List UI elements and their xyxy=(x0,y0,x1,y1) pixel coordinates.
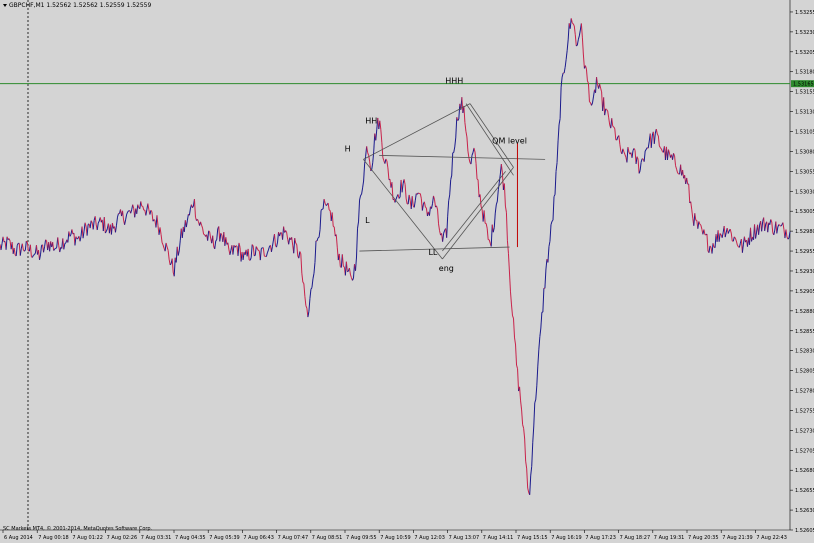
price-segment xyxy=(476,178,479,181)
price-segment xyxy=(320,208,323,211)
price-segment xyxy=(605,108,608,111)
y-tick-label: 1.53155 xyxy=(795,90,814,96)
price-segment xyxy=(328,209,331,211)
x-tick-label: 7 Aug 03:31 xyxy=(141,535,172,541)
y-tick-label: 1.52980 xyxy=(795,229,814,235)
y-tick-label: 1.52805 xyxy=(795,369,814,375)
y-tick-label: 1.52905 xyxy=(795,289,814,295)
symbol-header: GBPCHF,M1 1.52562 1.52562 1.52559 1.5255… xyxy=(3,2,151,9)
y-tick-label: 1.52930 xyxy=(795,269,814,275)
price-tag-label: 1.53165 xyxy=(793,82,814,88)
y-tick-label: 1.52680 xyxy=(795,468,814,474)
x-tick-label: 7 Aug 05:39 xyxy=(209,535,240,541)
y-tick-label: 1.52955 xyxy=(795,249,814,255)
price-segment xyxy=(347,270,349,273)
x-tick-label: 7 Aug 10:59 xyxy=(380,535,411,541)
y-tick-label: 1.52730 xyxy=(795,428,814,434)
y-tick-label: 1.53255 xyxy=(795,10,814,16)
price-segment xyxy=(332,225,335,228)
price-segment xyxy=(575,44,578,47)
triangle-down-icon xyxy=(3,4,7,7)
price-segment xyxy=(64,242,67,245)
plot-area xyxy=(0,0,790,530)
x-tick-label: 7 Aug 07:47 xyxy=(278,535,309,541)
x-tick-label: 7 Aug 02:26 xyxy=(107,535,138,541)
x-tick-label: 7 Aug 17:23 xyxy=(585,535,616,541)
annotation-label: LL xyxy=(428,248,437,257)
x-tick-label: 7 Aug 12:03 xyxy=(414,535,445,541)
y-tick-label: 1.52605 xyxy=(795,528,814,534)
x-tick-label: 7 Aug 21:39 xyxy=(722,535,753,541)
x-tick-label: 7 Aug 01:22 xyxy=(72,535,103,541)
x-tick-label: 7 Aug 00:18 xyxy=(38,535,69,541)
x-tick-label: 7 Aug 20:35 xyxy=(688,535,719,541)
x-tick-label: 7 Aug 06:43 xyxy=(243,535,274,541)
y-tick-label: 1.53230 xyxy=(795,30,814,36)
y-tick-label: 1.52755 xyxy=(795,408,814,414)
copyright-footer: SC Markets MT4, © 2001-2014, MetaQuotes … xyxy=(3,526,153,532)
y-tick-label: 1.52630 xyxy=(795,508,814,514)
y-tick-label: 1.52855 xyxy=(795,329,814,335)
x-tick-label: 6 Aug 2014 xyxy=(4,535,33,541)
annotation-label: L xyxy=(365,216,370,225)
symbol-line: GBPCHF,M1 1.52562 1.52562 1.52559 1.5255… xyxy=(9,2,152,9)
y-tick-label: 1.53005 xyxy=(795,209,814,215)
price-segment xyxy=(418,192,420,195)
annotation-label: H xyxy=(345,144,351,153)
annotation-label: eng xyxy=(439,264,454,273)
y-tick-label: 1.52655 xyxy=(795,488,814,494)
y-tick-label: 1.52830 xyxy=(795,349,814,355)
price-chart[interactable]: 1.53255 1.53230 1.53205 1.53180 1.53155 1.531… xyxy=(0,0,814,543)
y-tick-label: 1.52780 xyxy=(795,389,814,395)
x-tick-label: 7 Aug 08:51 xyxy=(312,535,343,541)
x-tick-label: 7 Aug 16:19 xyxy=(551,535,582,541)
y-tick-label: 1.53030 xyxy=(795,189,814,195)
price-segment xyxy=(260,247,263,250)
price-segment xyxy=(325,204,328,206)
price-segment xyxy=(343,265,345,268)
annotation-label: HHH xyxy=(445,77,463,86)
price-segment xyxy=(153,219,156,221)
price-segment xyxy=(589,101,591,104)
y-tick-label: 1.53180 xyxy=(795,70,814,76)
y-tick-label: 1.52880 xyxy=(795,309,814,315)
y-tick-label: 1.53080 xyxy=(795,149,814,155)
x-tick-label: 7 Aug 18:27 xyxy=(620,535,651,541)
price-segment xyxy=(76,237,79,240)
price-segment xyxy=(612,125,615,128)
x-tick-label: 7 Aug 15:15 xyxy=(517,535,548,541)
y-tick-label: 1.53205 xyxy=(795,50,814,56)
x-tick-label: 7 Aug 22:43 xyxy=(756,535,787,541)
x-tick-label: 7 Aug 04:35 xyxy=(175,535,206,541)
y-tick-label: 1.53105 xyxy=(795,130,814,136)
price-segment xyxy=(33,254,35,256)
x-tick-label: 7 Aug 14:11 xyxy=(483,535,514,541)
price-segment xyxy=(699,223,702,226)
annotation-label: HH xyxy=(365,117,377,126)
x-tick-label: 7 Aug 13:07 xyxy=(449,535,480,541)
y-axis-ticks: 1.53255 1.53230 1.53205 1.53180 1.53155 1.531… xyxy=(790,10,814,534)
x-tick-label: 7 Aug 09:55 xyxy=(346,535,377,541)
annotation-label: QM level xyxy=(492,136,527,145)
y-tick-label: 1.53130 xyxy=(795,110,814,116)
chart-root: 1.53255 1.53230 1.53205 1.53180 1.53155 1.531… xyxy=(0,0,814,543)
y-tick-label: 1.52705 xyxy=(795,448,814,454)
y-tick-label: 1.53055 xyxy=(795,169,814,175)
x-tick-label: 7 Aug 19:31 xyxy=(654,535,685,541)
